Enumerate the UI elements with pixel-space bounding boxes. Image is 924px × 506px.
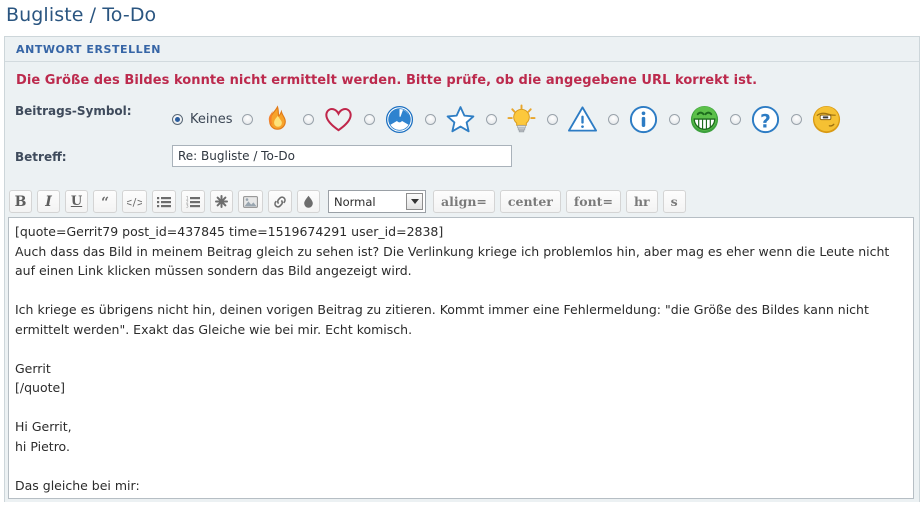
grin-smiley-icon[interactable] [689,104,720,135]
post-icon-option-embarrassed[interactable] [790,104,842,135]
svg-text:</>: </> [127,196,142,208]
post-icon-option-none[interactable]: Keines [172,112,242,127]
bbcode-toolbar: B I U “ </> 1 2 3 Normal align= center f… [9,190,686,213]
post-icon-label-none: Keines [190,111,233,127]
info-icon[interactable] [628,104,659,135]
post-icon-option-star[interactable] [424,104,476,135]
radio-none[interactable] [172,113,183,125]
post-icon-option-fire[interactable] [241,104,293,135]
subject-input[interactable] [172,145,512,167]
code-icon[interactable]: </> [122,190,147,213]
italic-button[interactable]: I [37,190,60,213]
post-icon-option-info[interactable] [607,104,659,135]
bullet-list-icon[interactable] [152,190,176,213]
panel-header: ANTWORT ERSTELLEN [5,37,919,62]
radio-lightbulb[interactable] [485,113,497,125]
radio-info[interactable] [607,113,619,125]
radio-warning[interactable] [546,113,558,125]
lightbulb-icon[interactable] [506,103,537,135]
error-message: Die Größe des Bildes konnte nicht ermitt… [16,73,758,88]
embarrassed-smiley-icon[interactable] [811,104,842,135]
font-size-value: Normal [334,194,376,209]
radio-grin[interactable] [668,113,680,125]
color-drop-icon[interactable] [297,190,320,213]
fire-icon[interactable] [262,104,293,135]
question-icon[interactable]: ? [750,104,781,135]
post-icon-chooser: Keines ? [172,99,842,139]
post-icon-option-heart[interactable] [302,104,354,135]
align-button[interactable]: align= [433,190,495,213]
radio-radioactive[interactable] [363,113,375,125]
center-button[interactable]: center [499,190,561,213]
list-item-icon[interactable] [210,190,233,213]
radio-question[interactable] [729,113,741,125]
radio-heart[interactable] [302,113,314,125]
post-icon-option-grin[interactable] [668,104,720,135]
page-root: Bugliste / To-Do ANTWORT ERSTELLEN Die G… [0,0,924,506]
star-icon[interactable] [445,104,476,135]
radioactive-icon[interactable] [384,104,415,135]
post-icon-option-question[interactable]: ? [729,104,781,135]
hr-button[interactable]: hr [625,190,658,213]
underline-button[interactable]: U [65,190,88,213]
font-size-select[interactable]: Normal [328,190,426,213]
page-title: Bugliste / To-Do [6,4,157,26]
svg-text:3: 3 [186,203,189,208]
link-icon[interactable] [268,190,292,213]
quote-icon[interactable]: “ [93,190,117,213]
svg-text:?: ? [760,111,771,132]
message-textarea[interactable]: [quote=Gerrit79 post_id=437845 time=1519… [8,217,914,499]
warning-icon[interactable] [567,104,598,135]
image-icon[interactable] [238,190,263,213]
numbered-list-icon[interactable]: 123 [181,190,205,213]
font-button[interactable]: font= [565,190,621,213]
post-icon-option-warning[interactable] [546,104,598,135]
post-icon-option-radioactive[interactable] [363,104,415,135]
strike-button[interactable]: s [662,190,686,213]
svg-text:“: “ [101,196,109,208]
radio-fire[interactable] [241,113,253,125]
chevron-down-icon[interactable] [406,193,423,210]
heart-icon[interactable] [323,104,354,135]
post-icon-option-lightbulb[interactable] [485,103,537,135]
bold-button[interactable]: B [9,190,32,213]
subject-label: Betreff: [15,150,67,164]
post-icon-label: Beitrags-Symbol: [15,104,132,118]
radio-star[interactable] [424,113,436,125]
radio-embarrassed[interactable] [790,113,802,125]
